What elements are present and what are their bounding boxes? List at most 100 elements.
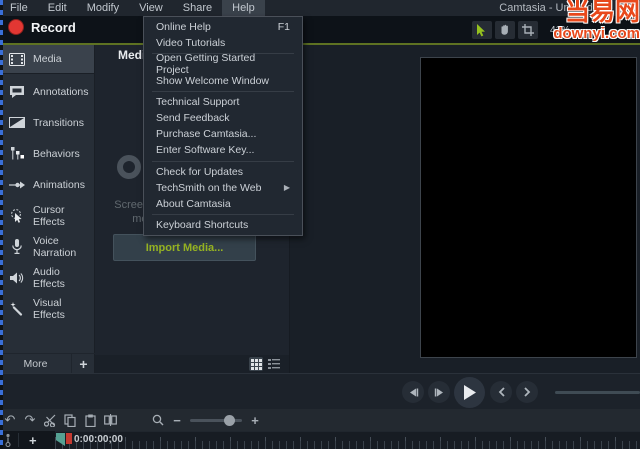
sidebar: Media Annotations Transitions Behaviors	[0, 45, 95, 373]
menu-item-video-tutorials[interactable]: Video Tutorials	[144, 35, 302, 51]
menu-item-about-camtasia[interactable]: About Camtasia	[144, 196, 302, 212]
menu-item-label: Technical Support	[156, 95, 240, 108]
sidebar-item-behaviors[interactable]: Behaviors	[0, 138, 94, 169]
media-panel-footer	[95, 355, 289, 373]
menu-item-label: Check for Updates	[156, 165, 243, 178]
menu-item-check-for-updates[interactable]: Check for Updates	[144, 164, 302, 180]
timeline-ruler[interactable]: 0:00:00;00	[55, 431, 640, 449]
jump-back-button[interactable]	[490, 381, 512, 403]
menu-item-label: Video Tutorials	[156, 37, 226, 50]
menu-item-label: TechSmith on the Web	[156, 181, 262, 194]
sidebar-item-media[interactable]: Media	[0, 45, 94, 74]
paste-button[interactable]	[80, 411, 100, 429]
list-view-button[interactable]	[267, 357, 281, 371]
menu-item-technical-support[interactable]: Technical Support	[144, 94, 302, 110]
previous-frame-icon	[409, 388, 418, 396]
media-icon	[8, 51, 25, 68]
timeline-zoom-out-button[interactable]: −	[168, 413, 186, 428]
sidebar-label: Media	[33, 53, 62, 65]
canvas-toolbar: 41%	[471, 21, 570, 39]
pan-button[interactable]	[494, 21, 515, 39]
shortcut-label: F1	[277, 21, 290, 34]
menu-view[interactable]: View	[129, 0, 173, 16]
menu-item-label: Enter Software Key...	[156, 144, 255, 157]
menu-item-label: Show Welcome Window	[156, 74, 270, 87]
record-label: Record	[31, 19, 76, 35]
speaker-icon	[8, 269, 25, 286]
playhead[interactable]	[56, 433, 72, 446]
record-button[interactable]: Record	[8, 19, 76, 35]
sidebar-label: Voice Narration	[33, 234, 77, 259]
sidebar-item-animations[interactable]: Animations	[0, 169, 94, 200]
menu-help[interactable]: Help	[222, 0, 265, 16]
next-frame-button[interactable]	[428, 381, 450, 403]
split-button[interactable]	[100, 411, 120, 429]
menu-item-online-help[interactable]: Online Help F1	[144, 19, 302, 35]
play-icon	[464, 385, 476, 400]
menu-file[interactable]: File	[0, 0, 38, 16]
animations-icon	[8, 176, 25, 193]
menu-edit[interactable]: Edit	[38, 0, 77, 16]
menu-item-techsmith-on-the-web[interactable]: TechSmith on the Web ▶	[144, 180, 302, 196]
timeline-zoom-knob[interactable]	[224, 414, 235, 426]
menu-item-label: Online Help	[156, 21, 211, 34]
sidebar-label: Visual Effects	[33, 296, 65, 321]
track-tools-divider	[18, 433, 19, 447]
sidebar-label: Transitions	[33, 116, 84, 129]
paste-icon	[84, 414, 96, 427]
playhead-timecode: 0:00:00;00	[74, 434, 123, 445]
menu-item-label: Purchase Camtasia...	[156, 128, 257, 141]
sidebar-label: Annotations	[33, 85, 89, 98]
menu-share[interactable]: Share	[173, 0, 222, 16]
sidebar-label: Behaviors	[33, 147, 80, 160]
track-tools: +	[4, 431, 41, 449]
sidebar-footer: More +	[0, 353, 95, 373]
sidebar-more-button[interactable]: More	[0, 354, 71, 373]
menu-modify[interactable]: Modify	[77, 0, 129, 16]
copy-button[interactable]	[60, 411, 80, 429]
sidebar-item-transitions[interactable]: Transitions	[0, 107, 94, 138]
play-button[interactable]	[454, 377, 485, 408]
next-frame-icon	[434, 388, 443, 396]
ruler-minor-ticks	[55, 441, 640, 449]
record-toolbar: Record 41%	[0, 16, 640, 43]
menu-item-label: Open Getting Started Project	[156, 52, 256, 77]
sidebar-item-cursor-effects[interactable]: Cursor Effects	[0, 200, 94, 231]
sidebar-item-audio-effects[interactable]: Audio Effects	[0, 262, 94, 293]
playhead-out-marker[interactable]	[66, 433, 72, 444]
sidebar-item-visual-effects[interactable]: Visual Effects	[0, 293, 94, 324]
crop-button[interactable]	[517, 21, 538, 39]
grid-view-button[interactable]	[249, 357, 263, 371]
video-canvas[interactable]	[420, 57, 637, 358]
sidebar-label: Animations	[33, 178, 85, 191]
menu-item-open-getting-started-project[interactable]: Open Getting Started Project	[144, 52, 302, 76]
screen-edge-dashes	[0, 0, 3, 449]
microphone-icon	[8, 238, 25, 255]
previous-frame-button[interactable]	[402, 381, 424, 403]
menu-item-keyboard-shortcuts[interactable]: Keyboard Shortcuts	[144, 217, 302, 233]
sidebar-item-voice-narration[interactable]: Voice Narration	[0, 231, 94, 262]
jump-forward-button[interactable]	[516, 381, 538, 403]
split-icon	[103, 414, 117, 426]
select-cursor-button[interactable]	[471, 21, 492, 39]
menu-item-send-feedback[interactable]: Send Feedback	[144, 110, 302, 126]
duration-scrub-bar[interactable]	[555, 391, 640, 394]
sidebar-add-button[interactable]: +	[71, 354, 95, 373]
playhead-in-marker[interactable]	[56, 433, 65, 446]
menu-item-purchase-camtasia[interactable]: Purchase Camtasia...	[144, 126, 302, 142]
undo-button[interactable]: ↶	[0, 411, 20, 429]
timeline-zoom-slider[interactable]	[190, 414, 242, 426]
canvas-zoom-level[interactable]: 41%	[550, 25, 570, 36]
timeline-zoom-in-button[interactable]: +	[246, 413, 264, 428]
track-options-icon[interactable]	[4, 433, 12, 447]
crop-icon	[521, 24, 534, 36]
scissors-icon	[43, 414, 55, 427]
sidebar-item-annotations[interactable]: Annotations	[0, 76, 94, 107]
menu-item-enter-software-key[interactable]: Enter Software Key...	[144, 142, 302, 158]
empty-media-ring-icon	[117, 155, 141, 179]
import-media-button[interactable]: Import Media...	[113, 234, 256, 261]
redo-button[interactable]: ↷	[20, 411, 40, 429]
annotations-icon	[8, 83, 25, 100]
cut-button[interactable]	[40, 411, 60, 429]
add-track-button[interactable]: +	[25, 433, 41, 448]
